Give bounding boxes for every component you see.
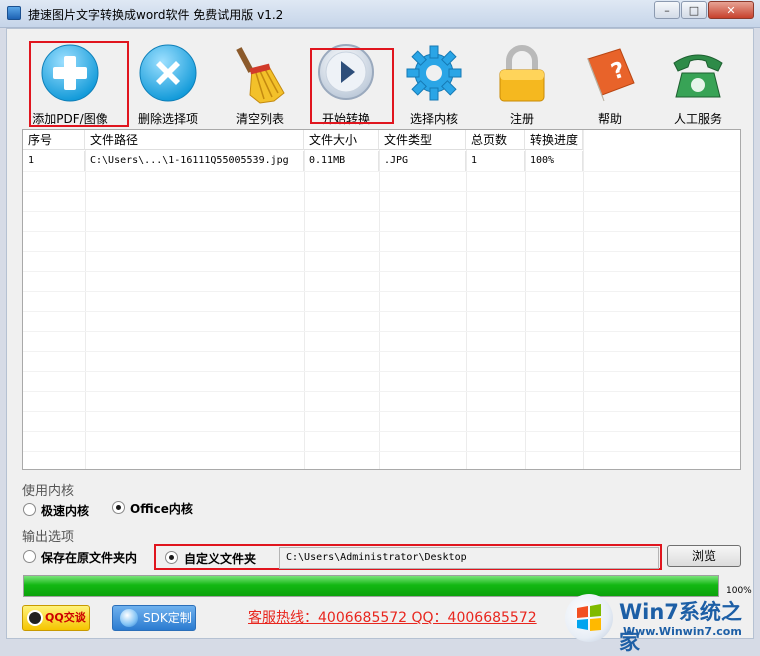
fast-engine-radio[interactable] <box>23 503 36 516</box>
column-header[interactable]: 总页数 <box>466 130 525 150</box>
lock-icon <box>499 45 545 102</box>
title-bar: 捷速图片文字转换成word软件 免费试用版 v1.2 – □ ✕ <box>0 0 760 28</box>
column-header[interactable]: 文件大小 <box>304 130 379 150</box>
qq-chat-button[interactable]: QQ交谈 <box>22 605 90 631</box>
progress-fill <box>24 576 718 596</box>
table-header: 序号 文件路径 文件大小 文件类型 总页数 转换进度 <box>23 130 583 150</box>
column-header[interactable]: 文件路径 <box>85 130 304 150</box>
toolbar-label: 选择内核 <box>409 112 458 126</box>
file-path: C:\Users\...\1-16111Q55005539.jpg <box>85 151 304 171</box>
progress-percent: 100% <box>726 586 752 596</box>
custom-folder-radio[interactable] <box>165 551 178 564</box>
register-button[interactable]: 注册 <box>477 33 567 129</box>
office-engine-label[interactable]: Office内核 <box>130 500 193 517</box>
gear-icon <box>406 45 462 101</box>
save-original-radio[interactable] <box>23 550 36 563</box>
qq-chat-label: QQ交谈 <box>45 611 86 624</box>
file-table: 序号 文件路径 文件大小 文件类型 总页数 转换进度 1 C:\Users\..… <box>22 129 741 470</box>
fast-engine-label[interactable]: 极速内核 <box>41 502 89 519</box>
windows-flag-icon <box>577 604 601 631</box>
sdk-custom-button[interactable]: SDK定制 <box>112 605 196 631</box>
help-book-icon: ? <box>587 48 635 102</box>
output-section-label: 输出选项 <box>22 530 75 545</box>
broom-icon <box>236 47 285 104</box>
engine-section-label: 使用内核 <box>22 484 75 499</box>
app-icon <box>7 6 21 20</box>
save-original-label[interactable]: 保存在原文件夹内 <box>41 549 137 566</box>
select-engine-button[interactable]: 选择内核 <box>389 33 479 129</box>
watermark-url: Www.Winwin7.com <box>623 625 742 638</box>
table-row[interactable]: 1 C:\Users\...\1-16111Q55005539.jpg 0.11… <box>23 151 583 171</box>
convert-progress: 100% <box>525 151 583 171</box>
phone-icon <box>673 54 723 98</box>
custom-folder-label[interactable]: 自定义文件夹 <box>184 550 256 567</box>
row-index: 1 <box>23 151 85 171</box>
toolbar-label: 清空列表 <box>235 112 284 126</box>
toolbar-label: 帮助 <box>597 112 622 126</box>
sdk-custom-label: SDK定制 <box>143 611 192 625</box>
delete-icon <box>139 44 197 102</box>
maximize-button[interactable]: □ <box>681 1 707 19</box>
office-engine-radio[interactable] <box>112 501 125 514</box>
window-controls: – □ ✕ <box>653 1 754 19</box>
output-path-field[interactable]: C:\Users\Administrator\Desktop <box>279 547 659 569</box>
highlight-start-button <box>310 48 394 124</box>
windows-logo-watermark <box>565 594 613 642</box>
toolbar-label: 注册 <box>509 112 534 126</box>
qq-penguin-icon <box>27 610 43 626</box>
clear-list-button[interactable]: 清空列表 <box>215 33 305 129</box>
column-header[interactable]: 序号 <box>23 130 85 150</box>
service-hotline-link[interactable]: 客服热线：4006685572 QQ：4006685572 <box>248 607 537 627</box>
progress-bar <box>23 575 719 597</box>
delete-selected-button[interactable]: 删除选择项 <box>123 33 213 129</box>
sdk-globe-icon <box>120 609 138 627</box>
file-size: 0.11MB <box>304 151 379 171</box>
browse-button[interactable]: 浏览 <box>667 545 741 567</box>
page-count: 1 <box>466 151 525 171</box>
column-header[interactable]: 文件类型 <box>379 130 466 150</box>
toolbar-label: 删除选择项 <box>137 112 198 126</box>
file-type: .JPG <box>379 151 466 171</box>
toolbar-label: 人工服务 <box>673 112 722 126</box>
minimize-button[interactable]: – <box>654 1 680 19</box>
highlight-add-button <box>29 41 129 127</box>
window-title: 捷速图片文字转换成word软件 免费试用版 v1.2 <box>28 8 284 22</box>
human-service-button[interactable]: 人工服务 <box>653 33 743 129</box>
close-button[interactable]: ✕ <box>708 1 754 19</box>
main-window: 添加PDF/图像 删除选择项 清空列表 开始转换 选择内核 注册 ? 帮助 人工… <box>6 28 754 654</box>
column-header[interactable]: 转换进度 <box>525 130 583 150</box>
help-button[interactable]: ? 帮助 <box>565 33 655 129</box>
